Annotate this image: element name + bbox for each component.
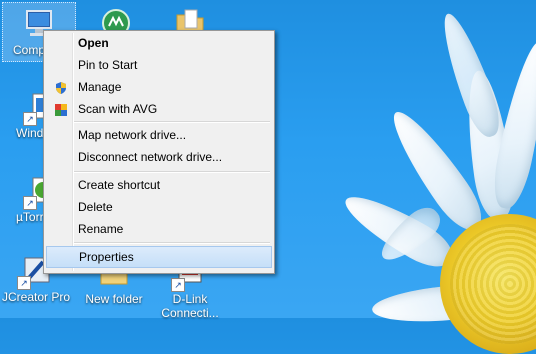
menu-item-open[interactable]: Open (46, 32, 272, 54)
menu-item-label: Map network drive... (78, 128, 187, 142)
menu-item-properties[interactable]: Properties (46, 246, 272, 268)
menu-item-manage[interactable]: Manage (46, 76, 272, 98)
shortcut-arrow-icon: ↗ (23, 196, 37, 210)
menu-item-label: Rename (78, 222, 124, 236)
shortcut-arrow-icon: ↗ (17, 276, 31, 290)
menu-item-label: Scan with AVG (78, 102, 158, 116)
menu-item-create-shortcut[interactable]: Create shortcut (46, 174, 272, 196)
avg-icon (54, 102, 68, 116)
shield-icon (54, 80, 68, 94)
menu-item-disconnect-network-drive[interactable]: Disconnect network drive... (46, 146, 272, 168)
desktop-icon-label: JCreator Pro (1, 290, 71, 304)
menu-item-delete[interactable]: Delete (46, 196, 272, 218)
menu-item-rename[interactable]: Rename (46, 218, 272, 240)
context-menu: Open Pin to Start Manage Scan with AVG M… (43, 30, 275, 274)
desktop-icon-folder[interactable] (154, 2, 226, 35)
menu-separator (74, 121, 270, 123)
menu-item-scan-with-avg[interactable]: Scan with AVG (46, 98, 272, 120)
menu-item-label: Delete (78, 200, 113, 214)
menu-item-pin-to-start[interactable]: Pin to Start (46, 54, 272, 76)
menu-item-label: Open (78, 36, 109, 50)
menu-item-label: Create shortcut (78, 178, 161, 192)
menu-separator (74, 242, 270, 244)
menu-item-label: Disconnect network drive... (78, 150, 223, 164)
menu-item-map-network-drive[interactable]: Map network drive... (46, 124, 272, 146)
menu-item-label: Pin to Start (78, 58, 138, 72)
desktop-icon-label: D-Link (172, 292, 208, 306)
desktop-background: Comp ↗ Wind ↗ µTorr ↗ JCreator Pro New f… (0, 0, 536, 354)
shortcut-arrow-icon: ↗ (171, 278, 185, 292)
desktop-icon-network[interactable] (80, 2, 152, 37)
menu-separator (74, 171, 270, 173)
menu-item-label: Properties (79, 250, 134, 264)
menu-item-label: Manage (78, 80, 122, 94)
shortcut-arrow-icon: ↗ (23, 112, 37, 126)
desktop-icon-label: New folder (85, 292, 143, 306)
